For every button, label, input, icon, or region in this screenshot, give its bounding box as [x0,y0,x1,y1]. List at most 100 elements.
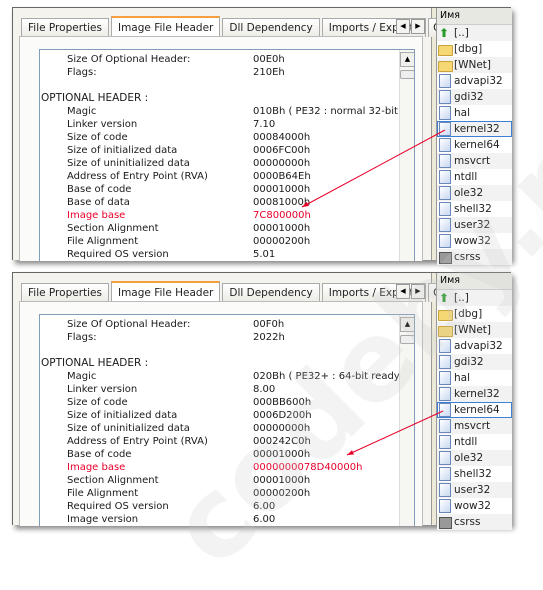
list-item-label: ole32 [454,187,484,199]
field-label: Address of Entry Point (RVA) [67,171,208,182]
field-value: 0006FC00h [253,145,311,156]
list-item-label: [WNet] [454,324,492,336]
list-item-label: msvcrt [454,155,491,167]
list-item[interactable]: ole32 [437,185,512,201]
list-item[interactable]: msvcrt [437,418,512,434]
field-value: 210Eh [253,67,285,78]
list-item[interactable]: gdi32 [437,89,512,105]
field-value: 00001000h [253,449,311,460]
field-label: Size Of Optional Header: [67,54,191,65]
field-label: File Alignment [67,236,139,247]
file-icon [439,403,451,417]
list-item[interactable]: csrss [437,249,512,265]
section-heading: OPTIONAL HEADER : [41,357,149,369]
field-label: Required OS version [67,249,169,260]
list-item[interactable]: wow32 [437,233,512,249]
list-item[interactable]: [dbg] [437,41,512,57]
folder-icon [438,326,453,337]
up-arrow-icon: ⬆ [439,291,450,305]
file-icon [439,90,451,104]
tab-scroll-right-button[interactable]: ▶ [411,284,425,299]
scroll-thumb[interactable] [400,335,414,344]
list-item[interactable]: hal [437,370,512,386]
file-icon [439,467,451,481]
field-value: 00E0h [253,54,285,65]
tab-scroll-left-button[interactable]: ◀ [396,19,410,34]
list-item[interactable]: ntdll [437,434,512,450]
list-item-label: ole32 [454,452,484,464]
field-label: Base of code [67,449,132,460]
field-label: Flags: [67,332,97,343]
tab-scroll-left-button[interactable]: ◀ [396,284,410,299]
list-item[interactable]: gdi32 [437,354,512,370]
list-item[interactable]: ntdll [437,169,512,185]
field-value: 020Bh ( PE32+ : 64-bit ready ) [253,371,407,382]
scroll-thumb[interactable] [400,70,414,79]
field-label: Address of Entry Point (RVA) [67,436,208,447]
up-arrow-icon: ⬆ [439,26,450,40]
file-icon [439,154,451,168]
tab-scroll-right-button[interactable]: ▶ [411,19,425,34]
list-item[interactable]: [WNet] [437,57,512,73]
list-item[interactable]: ⬆ [..] [437,290,512,306]
field-value: 6.00 [253,501,276,512]
list-item[interactable]: wow32 [437,498,512,514]
list-item[interactable]: kernel64 [437,137,512,153]
list-item[interactable]: hal [437,105,512,121]
vertical-scrollbar[interactable]: ▲ [399,315,414,526]
list-item-label: gdi32 [454,91,484,103]
column-header-name[interactable]: Имя [437,273,512,290]
tab-file-properties[interactable]: File Properties [21,283,109,302]
list-item-label: gdi32 [454,356,484,368]
vertical-scrollbar[interactable]: ▲ [399,50,414,261]
file-icon [439,339,451,353]
list-item[interactable]: shell32 [437,466,512,482]
list-item[interactable]: ole32 [437,450,512,466]
list-item[interactable]: advapi32 [437,338,512,354]
field-label: Linker version [67,119,138,130]
field-label: Image base [67,210,126,221]
file-icon [439,483,451,497]
list-item-label: user32 [454,484,491,496]
file-icon [439,371,451,385]
field-label: Magic [67,106,97,117]
list-item[interactable]: user32 [437,217,512,233]
list-item[interactable]: advapi32 [437,73,512,89]
list-item-label: wow32 [454,500,491,512]
file-icon [439,138,451,152]
field-value: 0006D200h [253,410,312,421]
list-item-label: msvcrt [454,420,491,432]
list-item[interactable]: [dbg] [437,306,512,322]
file-icon [439,234,451,248]
field-label: Size of uninitialized data [67,423,190,434]
list-item[interactable]: [WNet] [437,322,512,338]
list-item-label: shell32 [454,468,492,480]
list-item[interactable]: user32 [437,482,512,498]
list-item[interactable]: kernel32 [437,121,512,137]
tab-file-properties[interactable]: File Properties [21,18,109,37]
list-item[interactable]: shell32 [437,201,512,217]
scroll-up-button[interactable]: ▲ [400,52,414,67]
list-item-label: [dbg] [454,43,483,55]
list-item-label: advapi32 [454,75,503,87]
field-value: 00000200h [253,488,311,499]
field-label: Size of code [67,397,128,408]
list-item[interactable]: ⬆ [..] [437,25,512,41]
list-item-label: ntdll [454,436,478,448]
tab-dll-dependency[interactable]: Dll Dependency [222,283,320,302]
field-value: 00001000h [253,184,311,195]
field-label: Size of initialized data [67,145,178,156]
list-item-label: hal [454,372,471,384]
file-icon [439,122,451,136]
tab-dll-dependency[interactable]: Dll Dependency [222,18,320,37]
list-item[interactable]: msvcrt [437,153,512,169]
column-header-name[interactable]: Имя [437,8,512,25]
list-item-label: ntdll [454,171,478,183]
file-icon [439,218,451,232]
scroll-up-button[interactable]: ▲ [400,317,414,332]
list-item[interactable]: kernel32 [437,386,512,402]
list-item[interactable]: kernel64 [437,402,512,418]
list-item[interactable]: csrss [437,514,512,530]
file-icon [439,74,451,88]
list-item-label: kernel64 [454,404,500,416]
